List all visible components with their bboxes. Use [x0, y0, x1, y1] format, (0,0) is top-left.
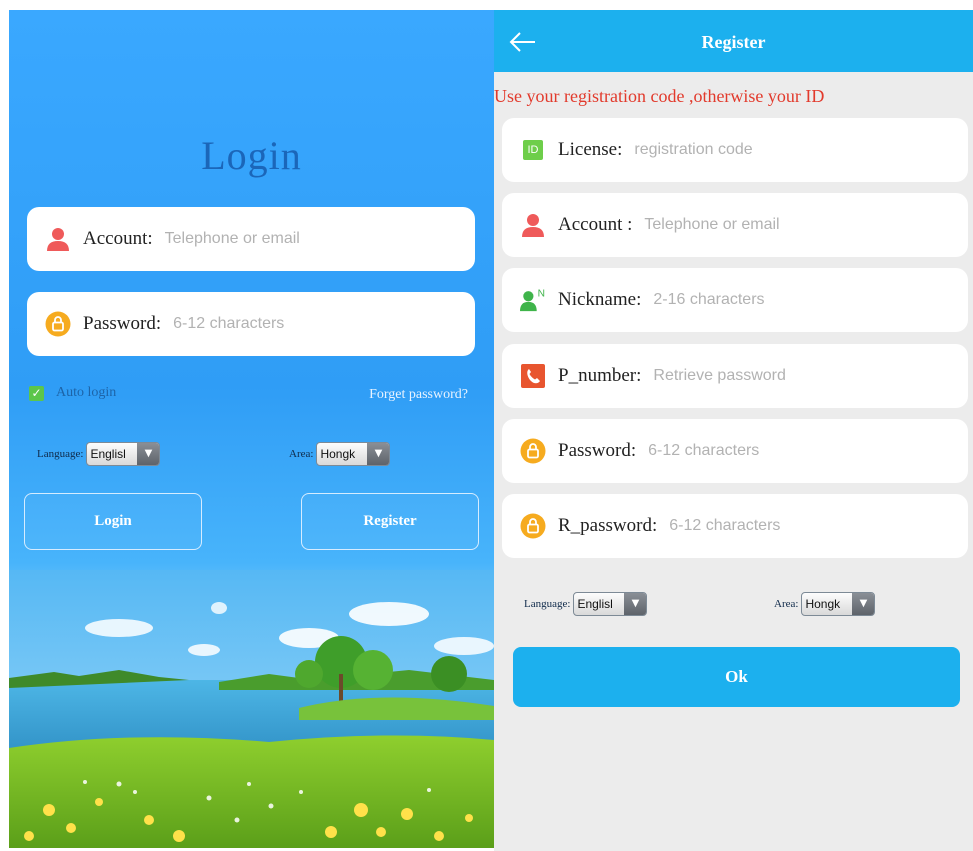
account-field[interactable]: Account: Telephone or email	[27, 207, 475, 271]
ok-button[interactable]: Ok	[513, 647, 960, 707]
account-placeholder: Telephone or email	[644, 216, 780, 233]
id-badge-icon: ID	[520, 137, 546, 163]
repeat-password-field[interactable]: R_password: 6-12 characters	[502, 494, 968, 558]
auto-login-toggle[interactable]: ✓ Auto login	[29, 385, 116, 401]
register-title: Register	[701, 32, 766, 52]
account-label: Account :	[558, 214, 633, 235]
password-field[interactable]: Password: 6-12 characters	[502, 419, 968, 483]
repeat-password-label: R_password:	[558, 515, 658, 536]
chevron-down-icon[interactable]: ▼	[624, 593, 647, 615]
license-label: License:	[558, 139, 623, 160]
register-screen: Register Use your registration code ,oth…	[494, 10, 973, 851]
area-value: Hongk	[805, 597, 841, 611]
language-label: Language:	[524, 598, 571, 610]
password-label: Password:	[558, 440, 637, 461]
chevron-down-icon[interactable]: ▼	[852, 593, 875, 615]
chevron-down-icon[interactable]: ▼	[367, 443, 390, 465]
area-label: Area:	[289, 448, 314, 460]
login-button[interactable]: Login	[24, 493, 202, 550]
screenshot-stage: Login Account: Telephone or email Passwo…	[0, 0, 973, 851]
phone-number-field[interactable]: P_number: Retrieve password	[502, 344, 968, 408]
landscape-background-image	[9, 570, 494, 848]
area-select[interactable]: Hongk ▼	[316, 442, 391, 466]
account-placeholder: Telephone or email	[164, 230, 300, 247]
account-label: Account:	[83, 228, 153, 249]
area-value: Hongk	[320, 447, 356, 461]
language-selector: Language: Englisl ▼	[37, 442, 161, 466]
lock-icon	[520, 513, 546, 539]
nickname-person-icon: N	[520, 287, 546, 313]
register-button[interactable]: Register	[301, 493, 479, 550]
language-label: Language:	[37, 448, 84, 460]
language-selector: Language: Englisl ▼	[524, 592, 648, 616]
license-field[interactable]: ID License: registration code	[502, 118, 968, 182]
nickname-icon-letter: N	[538, 288, 545, 299]
password-placeholder: 6-12 characters	[173, 315, 285, 332]
language-value: Englisl	[90, 447, 126, 461]
area-label: Area:	[774, 598, 799, 610]
account-field[interactable]: Account : Telephone or email	[502, 193, 968, 257]
phone-number-label: P_number:	[558, 365, 642, 386]
language-value: Englisl	[577, 597, 613, 611]
nickname-field[interactable]: N Nickname: 2-16 characters	[502, 268, 968, 332]
area-selector: Area: Hongk ▼	[289, 442, 391, 466]
nickname-label: Nickname:	[558, 289, 642, 310]
area-selector: Area: Hongk ▼	[774, 592, 876, 616]
person-icon	[520, 212, 546, 238]
auto-login-label: Auto login	[56, 385, 117, 400]
phone-number-placeholder: Retrieve password	[653, 367, 786, 384]
chevron-down-icon[interactable]: ▼	[137, 443, 160, 465]
password-placeholder: 6-12 characters	[648, 442, 760, 459]
person-icon	[45, 226, 71, 252]
register-header: Register	[494, 10, 973, 72]
lock-icon	[45, 311, 71, 337]
login-title: Login	[201, 133, 302, 178]
registration-notice: Use your registration code ,otherwise yo…	[494, 86, 825, 106]
license-placeholder: registration code	[634, 141, 753, 158]
area-select[interactable]: Hongk ▼	[801, 592, 876, 616]
repeat-password-placeholder: 6-12 characters	[669, 517, 781, 534]
id-badge-text: ID	[523, 140, 543, 160]
login-screen: Login Account: Telephone or email Passwo…	[9, 10, 494, 848]
nickname-placeholder: 2-16 characters	[653, 291, 765, 308]
phone-icon	[520, 363, 546, 389]
password-field[interactable]: Password: 6-12 characters	[27, 292, 475, 356]
lock-icon	[520, 438, 546, 464]
password-label: Password:	[83, 313, 162, 334]
language-select[interactable]: Englisl ▼	[573, 592, 648, 616]
checkbox-checked-icon[interactable]: ✓	[29, 385, 44, 401]
forget-password-link[interactable]: Forget password?	[369, 387, 468, 403]
language-select[interactable]: Englisl ▼	[86, 442, 161, 466]
